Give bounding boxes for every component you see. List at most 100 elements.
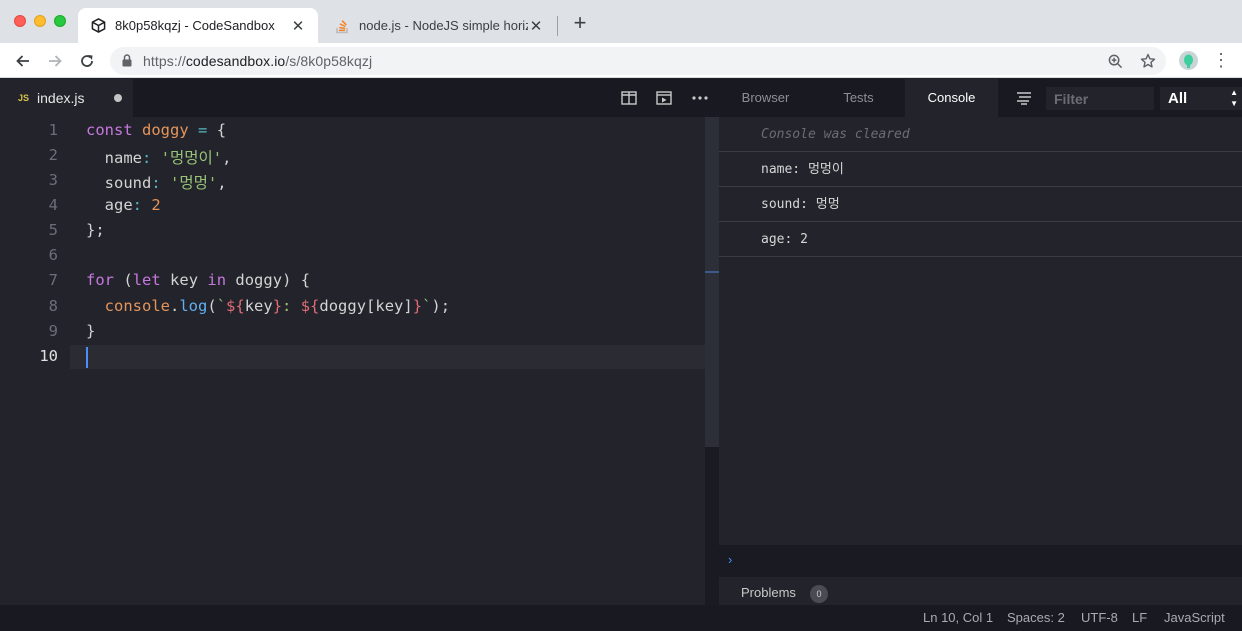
problems-count-badge: 0 <box>810 585 828 603</box>
new-tab-button[interactable]: + <box>569 12 591 36</box>
console-prompt-icon: › <box>728 552 733 567</box>
token-punct: ); <box>431 297 451 315</box>
line-number: 4 <box>48 196 58 214</box>
url-path: /s/8k0p58kqzj <box>285 53 373 69</box>
tab-tests[interactable]: Tests <box>812 79 905 117</box>
token-punct: ) { <box>282 271 311 289</box>
split-view-icon[interactable] <box>620 90 638 106</box>
preview-window-icon[interactable] <box>655 90 673 106</box>
unsaved-dot-icon[interactable] <box>114 94 122 102</box>
token-punct: , <box>222 149 232 167</box>
token-string: '멍멍' <box>170 174 218 192</box>
token-function: log <box>179 297 208 315</box>
console-log-entry: name: 멍멍이 <box>719 152 1242 187</box>
window-close-button[interactable] <box>14 15 26 27</box>
problems-label: Problems <box>741 585 796 600</box>
browser-tab-codesandbox[interactable]: 8k0p58kqzj - CodeSandbox ✕ <box>78 8 318 43</box>
url-host: codesandbox.io <box>185 53 286 69</box>
line-number: 3 <box>48 171 58 189</box>
address-bar[interactable]: https://codesandbox.io/s/8k0p58kqzj <box>110 47 1166 75</box>
encoding-status[interactable]: UTF-8 <box>1081 610 1118 625</box>
token-template: : <box>282 297 301 315</box>
token-string: '멍멍이' <box>160 149 223 167</box>
line-number: 6 <box>48 246 58 264</box>
token-number: 2 <box>151 196 161 214</box>
code-line-1: const doggy = { <box>86 121 226 139</box>
code-line-5: }; <box>86 221 105 239</box>
token-keyword: for <box>86 271 114 289</box>
language-mode-status[interactable]: JavaScript <box>1164 610 1225 625</box>
editor-scroll-thumb[interactable] <box>705 117 719 447</box>
window-zoom-button[interactable] <box>54 15 66 27</box>
console-input[interactable]: › <box>719 545 1242 577</box>
token-punct: ( <box>207 297 217 315</box>
code-line-4: age: 2 <box>86 196 161 214</box>
tab-close-icon[interactable]: ✕ <box>528 17 544 35</box>
cursor-position-status[interactable]: Ln 10, Col 1 <box>923 610 993 625</box>
tab-console[interactable]: Console <box>905 79 998 117</box>
status-bar: Ln 10, Col 1 Spaces: 2 UTF-8 LF JavaScri… <box>0 605 1242 631</box>
url-text: https://codesandbox.io/s/8k0p58kqzj <box>143 53 372 69</box>
token-interpolation: } <box>272 297 283 315</box>
code-line-9: } <box>86 322 96 340</box>
token-keyword: const <box>86 121 133 139</box>
token-variable: console <box>104 297 170 315</box>
log-level-select[interactable]: All ▲ ▼ <box>1160 87 1242 110</box>
tab-browser[interactable]: Browser <box>719 79 812 117</box>
reload-icon[interactable] <box>76 50 98 72</box>
line-ending-status[interactable]: LF <box>1132 610 1147 625</box>
console-cleared-message: Console was cleared <box>719 117 1242 152</box>
token-interpolation: } <box>412 297 423 315</box>
token-punct: { <box>216 121 227 139</box>
zoom-icon[interactable] <box>1106 52 1124 70</box>
js-file-icon: JS <box>18 93 30 103</box>
editor-scrollbar[interactable] <box>705 117 719 605</box>
code-editor[interactable]: 1 2 3 4 5 6 7 8 9 10 const doggy = { nam… <box>0 117 705 605</box>
tab-divider <box>557 16 558 36</box>
token-property: sound <box>104 174 152 192</box>
lock-icon <box>122 54 132 72</box>
browser-tab-stackoverflow[interactable]: node.js - NodeJS simple horizo ✕ <box>322 8 556 43</box>
forward-arrow-icon[interactable] <box>44 50 66 72</box>
console-output: Console was cleared name: 멍멍이 sound: 멍멍 … <box>719 117 1242 545</box>
console-log-entry: sound: 멍멍 <box>719 187 1242 222</box>
line-number: 8 <box>48 297 58 315</box>
bookmark-star-icon[interactable] <box>1139 52 1157 70</box>
back-arrow-icon[interactable] <box>12 50 34 72</box>
codesandbox-cube-icon <box>90 18 106 34</box>
line-number: 9 <box>48 322 58 340</box>
window-minimize-button[interactable] <box>34 15 46 27</box>
tab-title: 8k0p58kqzj - CodeSandbox <box>115 18 275 33</box>
token-identifier: key <box>244 297 273 315</box>
file-tab-label: index.js <box>37 90 85 106</box>
profile-avatar[interactable] <box>1179 51 1198 70</box>
more-options-icon[interactable] <box>691 90 709 106</box>
console-filter-input[interactable] <box>1046 87 1154 110</box>
token-template: ` <box>422 297 432 315</box>
token-punct: ( <box>123 271 133 289</box>
cursor-position-marker <box>705 271 719 273</box>
url-scheme: https:// <box>143 53 186 69</box>
indentation-status[interactable]: Spaces: 2 <box>1007 610 1065 625</box>
token-operator: : <box>142 149 152 167</box>
clear-console-icon[interactable] <box>1016 91 1032 105</box>
tab-close-icon[interactable]: ✕ <box>290 17 306 35</box>
code-line-8: console.log(`${key}: ${doggy[key]}`); <box>86 297 450 315</box>
line-number: 2 <box>48 146 58 164</box>
code-line-2: name: '멍멍이', <box>86 146 232 168</box>
text-cursor <box>86 347 88 368</box>
file-tab-index-js[interactable]: JS index.js <box>0 79 133 117</box>
token-operator: = <box>198 121 208 139</box>
token-operator: : <box>151 174 161 192</box>
token-interpolation: ${ <box>300 297 320 315</box>
log-level-value: All <box>1168 90 1188 107</box>
select-arrows-icon: ▲ ▼ <box>1230 88 1238 108</box>
current-line-highlight <box>70 345 705 369</box>
chrome-menu-icon[interactable]: ⋮ <box>1212 50 1230 72</box>
problems-panel-header[interactable]: Problems 0 <box>719 577 1242 605</box>
token-identifier: doggy <box>235 271 283 289</box>
browser-toolbar: https://codesandbox.io/s/8k0p58kqzj ⋮ <box>0 43 1242 78</box>
code-line-3: sound: '멍멍', <box>86 171 227 193</box>
line-number: 7 <box>48 271 58 289</box>
token-punct: , <box>217 174 227 192</box>
